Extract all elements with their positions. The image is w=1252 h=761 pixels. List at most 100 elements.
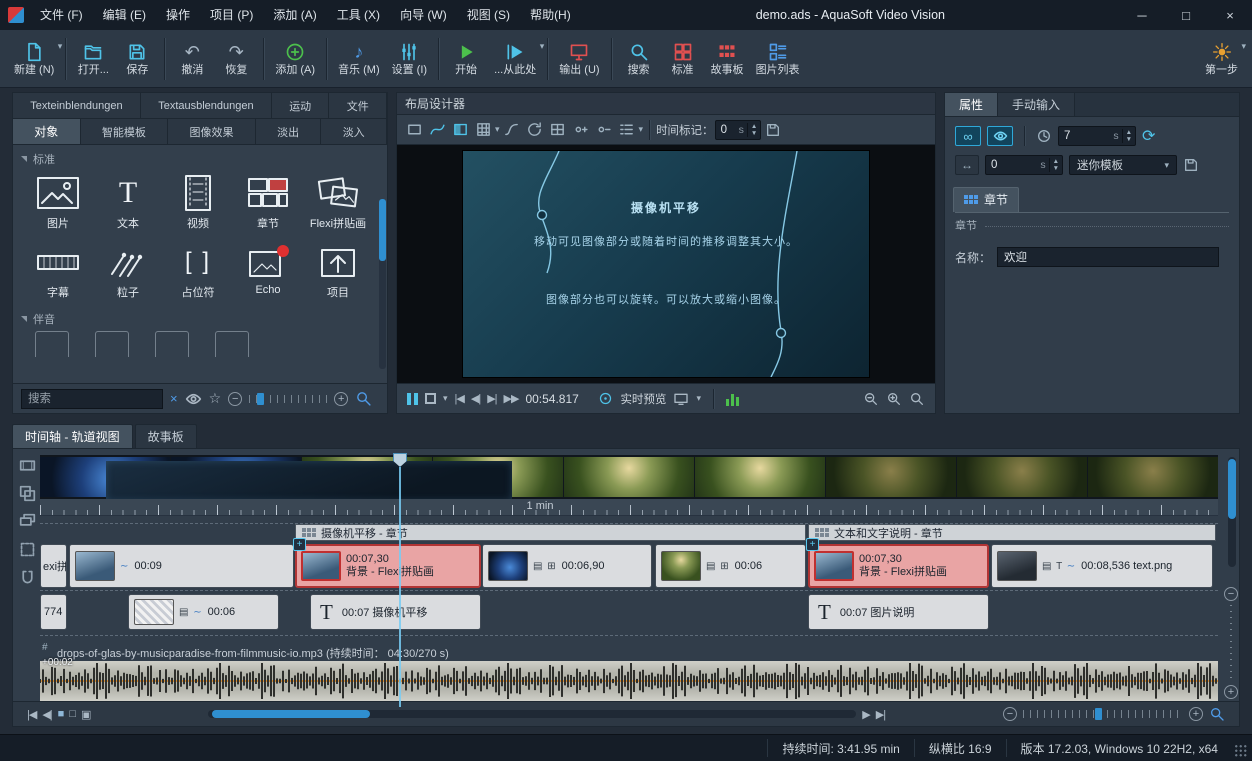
clip-partial-flexi[interactable]: exi拼: [40, 544, 67, 588]
gradient-icon[interactable]: [449, 119, 471, 141]
close-button[interactable]: ×: [1208, 0, 1252, 30]
save-button[interactable]: 保存: [115, 33, 159, 85]
storyboard-button[interactable]: 故事板: [705, 33, 750, 85]
clip-image-0006[interactable]: ▤ ⊞ 00:06: [655, 544, 806, 588]
infinity-toggle[interactable]: ∞: [955, 126, 981, 146]
tab-textausblendungen[interactable]: Textausblendungen: [140, 93, 272, 118]
chevron-down-icon[interactable]: ▾: [540, 41, 545, 52]
item-text[interactable]: T 文本: [93, 169, 163, 236]
curve-tool-icon[interactable]: [501, 119, 523, 141]
time-ruler[interactable]: 1 min: [40, 499, 1218, 516]
step-back-button[interactable]: ◀|: [42, 708, 52, 721]
undo-button[interactable]: ↶ 撤消: [170, 33, 214, 85]
go-end-button[interactable]: ▶|: [876, 708, 886, 721]
zoom-fit-icon[interactable]: [909, 391, 925, 407]
standard-view-button[interactable]: 标准: [661, 33, 705, 85]
open-button[interactable]: 打开...: [71, 33, 115, 85]
filmstrip-thumb-dark[interactable]: [957, 457, 1087, 497]
spinner-arrows[interactable]: ▲ ▼: [1048, 158, 1062, 172]
chapter-subtab[interactable]: 章节: [953, 187, 1020, 212]
chevron-down-icon[interactable]: ▾: [1241, 41, 1246, 52]
offset-spinner[interactable]: 0 s ▲ ▼: [985, 155, 1063, 175]
item-flexi-collage[interactable]: Flexi拼贴画: [303, 169, 373, 236]
filmstrip-thumb-dark[interactable]: [1088, 457, 1218, 497]
item-echo[interactable]: Echo: [233, 238, 303, 305]
minimize-button[interactable]: ─: [1120, 0, 1164, 30]
tab-timeline-track-view[interactable]: 时间轴 - 轨道视图: [12, 424, 133, 448]
image-list-button[interactable]: 图片列表: [750, 33, 806, 85]
clip-partial-774[interactable]: 774: [40, 594, 67, 630]
tab-smart-templates[interactable]: 智能模板: [80, 119, 169, 144]
live-preview-label[interactable]: 实时预览: [620, 391, 666, 407]
visibility-toggle[interactable]: [987, 126, 1013, 146]
slider-thumb[interactable]: [257, 392, 265, 405]
step-forward-button[interactable]: ▶: [862, 708, 871, 721]
stop-button[interactable]: ■: [58, 708, 65, 720]
eye-icon[interactable]: [185, 392, 202, 406]
clip-video-000690[interactable]: ▤ ⊞ 00:06,90: [482, 544, 652, 588]
track-zoom-in-button[interactable]: +: [1224, 685, 1238, 699]
rotate-icon[interactable]: [524, 119, 546, 141]
tab-manual-input[interactable]: 手动输入: [998, 93, 1076, 116]
menu-file[interactable]: 文件 (F): [30, 0, 93, 30]
tab-files[interactable]: 文件: [329, 93, 388, 118]
filmstrip-thumb-dark[interactable]: [826, 457, 956, 497]
menu-project[interactable]: 项目 (P): [200, 0, 263, 30]
tab-storyboard-view[interactable]: 故事板: [134, 424, 197, 448]
item-picture[interactable]: 图片: [23, 169, 93, 236]
track-zoom-out-button[interactable]: −: [1224, 587, 1238, 601]
motion-path-icon[interactable]: [426, 119, 448, 141]
skip-start-button[interactable]: |◀: [455, 392, 465, 405]
track-film-icon[interactable]: [19, 457, 36, 474]
timeline-zoom-out-button[interactable]: −: [1003, 707, 1018, 721]
expand-badge[interactable]: +: [293, 538, 306, 551]
item-project[interactable]: 项目: [303, 238, 373, 305]
chevron-down-icon[interactable]: ▾: [495, 124, 500, 135]
item-video[interactable]: 视频: [163, 169, 233, 236]
audio-item-icon[interactable]: [95, 331, 129, 357]
time-marker-spinner[interactable]: 0 s ▲ ▼: [714, 119, 762, 140]
clear-search-icon[interactable]: ×: [170, 391, 178, 406]
menu-wizard[interactable]: 向导 (W): [390, 0, 457, 30]
timeline-zoom-in-button[interactable]: +: [1189, 707, 1204, 721]
menu-edit[interactable]: 编辑 (E): [93, 0, 156, 30]
scrollbar-thumb[interactable]: [1228, 459, 1236, 519]
remove-node-icon[interactable]: [593, 119, 615, 141]
menu-help[interactable]: 帮助(H): [520, 0, 581, 30]
duration-value[interactable]: 7: [1059, 130, 1110, 142]
tab-properties[interactable]: 属性: [945, 93, 999, 116]
menu-add[interactable]: 添加 (A): [263, 0, 326, 30]
filmstrip-thumb-forest[interactable]: [564, 457, 694, 497]
monitor-icon[interactable]: [673, 391, 689, 407]
step-back-button[interactable]: ◀|: [471, 392, 481, 405]
duplicate-icon[interactable]: [19, 513, 36, 530]
tab-fade-in[interactable]: 淡入: [321, 119, 387, 144]
save-marker-icon[interactable]: [762, 119, 784, 141]
search-button[interactable]: 搜索: [617, 33, 661, 85]
add-node-icon[interactable]: [570, 119, 592, 141]
tab-texteinblendungen[interactable]: Texteinblendungen: [13, 93, 141, 118]
tab-objects[interactable]: 对象: [13, 119, 81, 144]
new-button[interactable]: 新建 (N) ▾: [8, 33, 62, 85]
menu-tools[interactable]: 工具 (X): [327, 0, 390, 30]
go-start-button[interactable]: |◀: [27, 708, 37, 721]
magnifier-icon[interactable]: [355, 390, 372, 407]
preview-stage[interactable]: 摄像机平移 移动可见图像部分或随着时间的推移调整其大小。 图像部分也可以旋转。可…: [397, 145, 935, 383]
thumbnail-size-slider[interactable]: [249, 391, 328, 406]
offset-value[interactable]: 0: [986, 159, 1037, 171]
list-icon[interactable]: [616, 119, 638, 141]
audio-item-icon[interactable]: [155, 331, 189, 357]
chevron-down-icon[interactable]: ▾: [443, 393, 448, 404]
pause-button[interactable]: [407, 392, 418, 405]
chevron-down-icon[interactable]: ▾: [639, 124, 644, 135]
section-standard[interactable]: 标准: [13, 145, 387, 167]
selection-frame-icon[interactable]: [403, 119, 425, 141]
grid-icon[interactable]: [472, 119, 494, 141]
timeline-zoom-slider[interactable]: [1023, 707, 1184, 721]
chapter-group-1[interactable]: 摄像机平移 - 章节: [295, 524, 806, 541]
step-forward-button[interactable]: ▶|: [487, 392, 497, 405]
play-from-here-button[interactable]: ...从此处 ▾: [488, 33, 545, 85]
save-template-icon[interactable]: [1183, 157, 1199, 173]
filmstrip-thumb-forest[interactable]: [695, 457, 825, 497]
equalizer-icon[interactable]: [725, 392, 739, 406]
